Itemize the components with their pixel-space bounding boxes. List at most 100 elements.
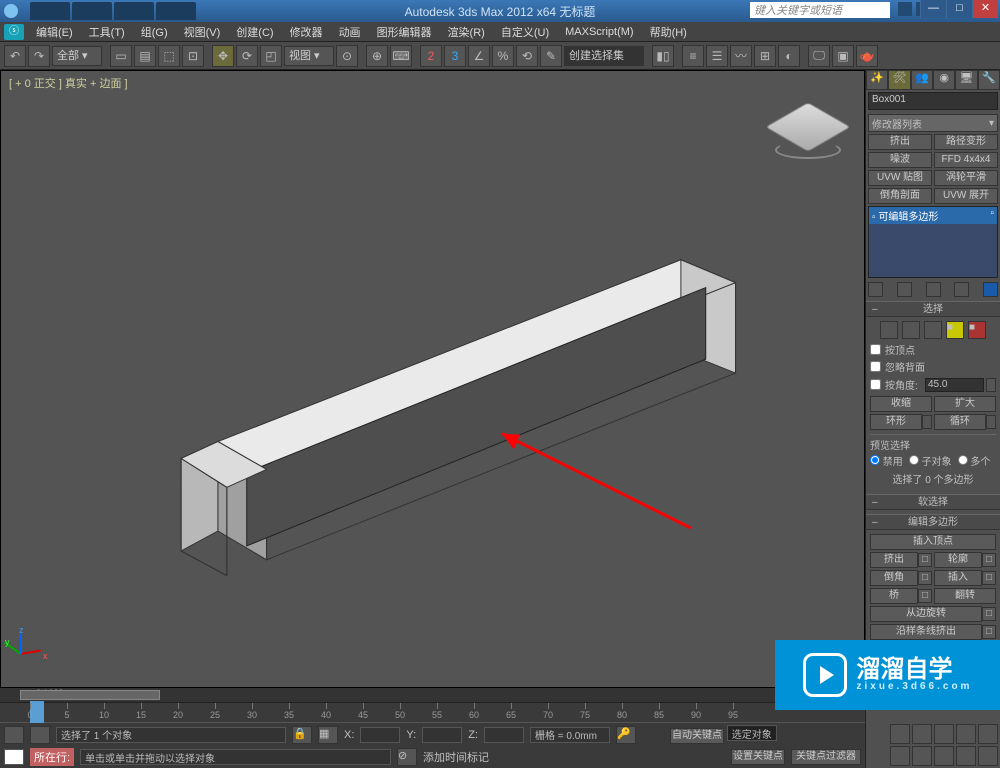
bridge-settings-icon[interactable]: □ (918, 589, 932, 603)
render-frame-button[interactable]: ▣ (832, 45, 854, 67)
menu-rendering[interactable]: 渲染(R) (442, 22, 491, 42)
script-button[interactable] (30, 726, 50, 744)
snap-3d-button[interactable]: 3 (444, 45, 466, 67)
preview-multi-radio[interactable]: 多个 (958, 453, 991, 468)
selection-filter[interactable]: 全部 ▾ (52, 46, 102, 66)
mod-ffd[interactable]: FFD 4x4x4 (934, 152, 998, 168)
menu-animation[interactable]: 动画 (333, 22, 367, 42)
unique-icon[interactable] (926, 282, 941, 297)
setkey-button[interactable]: 设置关键点 (731, 749, 785, 765)
object-name-field[interactable]: Box001 (868, 92, 998, 110)
maximize-button[interactable]: □ (946, 0, 972, 18)
extrude-button[interactable]: 挤出 (870, 552, 918, 568)
mod-bevelprofile[interactable]: 倒角剖面 (868, 188, 932, 204)
ring-button[interactable]: 环形 (870, 414, 922, 430)
subobj-polygon[interactable]: ■ (946, 321, 964, 339)
remove-mod-icon[interactable] (954, 282, 969, 297)
shrink-button[interactable]: 收缩 (870, 396, 932, 412)
modify-tab[interactable]: 🛠 (888, 70, 910, 90)
mod-extrude[interactable]: 挤出 (868, 134, 932, 150)
insert-vertex-button[interactable]: 插入顶点 (870, 534, 996, 550)
mod-uvwmap[interactable]: UVW 贴图 (868, 170, 932, 186)
bridge-button[interactable]: 桥 (870, 588, 918, 604)
loop-spinner-icon[interactable] (986, 415, 996, 429)
hierarchy-tab[interactable]: 👥 (911, 70, 933, 90)
menu-maxscript[interactable]: MAXScript(M) (559, 24, 639, 40)
rollout-editpoly-header[interactable]: 编辑多边形 (866, 514, 1000, 530)
grow-button[interactable]: 扩大 (934, 396, 996, 412)
nav-fov-icon[interactable] (934, 724, 954, 744)
search-input[interactable]: 键入关键字或短语 (750, 2, 890, 18)
viewcube[interactable] (772, 91, 844, 163)
keyfilter-button[interactable]: 关键点过滤器 (791, 749, 861, 765)
align-button[interactable]: ≡ (682, 45, 704, 67)
stack-item-epoly[interactable]: ▫ 可编辑多边形▫ (869, 207, 997, 224)
keymode-field[interactable]: 选定对象 (727, 725, 777, 741)
nav-zoomext-icon[interactable] (956, 724, 976, 744)
menu-group[interactable]: 组(G) (135, 22, 174, 42)
isolate-button[interactable]: ▦ (318, 726, 338, 744)
inset-settings-icon[interactable]: □ (982, 571, 996, 585)
flip-button[interactable]: 翻转 (934, 588, 996, 604)
outline-settings-icon[interactable]: □ (982, 553, 996, 567)
render-setup-button[interactable]: 🖵 (808, 45, 830, 67)
rotate-button[interactable]: ⟳ (236, 45, 258, 67)
rollout-softsel-header[interactable]: 软选择 (866, 494, 1000, 510)
nav-zoom-icon[interactable] (912, 724, 932, 744)
minimize-button[interactable]: — (920, 0, 946, 18)
nav-other-icon[interactable] (978, 746, 998, 766)
nav-zoomall-icon[interactable] (978, 724, 998, 744)
ring-spinner-icon[interactable] (922, 415, 932, 429)
named-selection-set[interactable]: 创建选择集 (564, 46, 644, 66)
spinner-arrows-icon[interactable] (986, 378, 996, 392)
modifier-stack[interactable]: ▫ 可编辑多边形▫ (868, 206, 998, 278)
menu-views[interactable]: 视图(V) (178, 22, 227, 42)
configure-icon[interactable] (983, 282, 998, 297)
menu-edit[interactable]: 编辑(E) (30, 22, 79, 42)
undo-button[interactable]: ↶ (4, 45, 26, 67)
scrollbar-thumb[interactable] (20, 690, 160, 700)
spinner-snap-button[interactable]: ⟲ (516, 45, 538, 67)
hinge-button[interactable]: 从边旋转 (870, 606, 982, 622)
create-tab[interactable]: ✨ (866, 70, 888, 90)
mod-unwrap[interactable]: UVW 展开 (934, 188, 998, 204)
nav-panview-icon[interactable] (912, 746, 932, 766)
menu-grapheditors[interactable]: 图形编辑器 (371, 22, 438, 42)
curve-editor-button[interactable]: 〰 (730, 45, 752, 67)
time-ruler[interactable]: 05101520253035404550556065707580859095 (0, 702, 865, 722)
timetag-button[interactable]: ⊘ (397, 748, 417, 766)
scale-button[interactable]: ◰ (260, 45, 282, 67)
window-crossing-button[interactable]: ⊡ (182, 45, 204, 67)
y-field[interactable] (422, 727, 462, 743)
keyboard-shortcut-button[interactable]: ⌨ (390, 45, 412, 67)
pivot-button[interactable]: ⊙ (336, 45, 358, 67)
mirror-button[interactable]: ▮▯ (652, 45, 674, 67)
motion-tab[interactable]: ◉ (933, 70, 955, 90)
preview-sub-radio[interactable]: 子对象 (909, 453, 952, 468)
titlebar-tab[interactable] (72, 2, 112, 20)
loop-button[interactable]: 循环 (934, 414, 986, 430)
move-button[interactable]: ✥ (212, 45, 234, 67)
layers-button[interactable]: ☰ (706, 45, 728, 67)
menu-help[interactable]: 帮助(H) (644, 22, 693, 42)
render-button[interactable]: 🫖 (856, 45, 878, 67)
subobj-element[interactable]: ■ (968, 321, 986, 339)
preview-off-radio[interactable]: 禁用 (870, 453, 903, 468)
ignore-backface-check[interactable]: 忽略背面 (870, 358, 996, 375)
titlebar-tab[interactable] (30, 2, 70, 20)
schematic-button[interactable]: ⊞ (754, 45, 776, 67)
inset-button[interactable]: 插入 (934, 570, 982, 586)
extrude-settings-icon[interactable]: □ (918, 553, 932, 567)
titlebar-tab[interactable] (114, 2, 154, 20)
mod-pathdeform[interactable]: 路径变形 (934, 134, 998, 150)
pin-stack-icon[interactable] (868, 282, 883, 297)
ref-coord-system[interactable]: 视图 ▾ (284, 46, 334, 66)
mod-turbosmooth[interactable]: 涡轮平滑 (934, 170, 998, 186)
bevel-button[interactable]: 倒角 (870, 570, 918, 586)
by-angle-check[interactable]: 按角度: (870, 376, 923, 393)
subobj-border[interactable] (924, 321, 942, 339)
select-region-button[interactable]: ⬚ (158, 45, 180, 67)
angle-spinner[interactable]: 45.0 (925, 378, 984, 392)
viewport[interactable]: [ + 0 正交 ] 真实 + 边面 ] (0, 70, 865, 688)
key-icon[interactable]: 🔑 (616, 726, 636, 744)
